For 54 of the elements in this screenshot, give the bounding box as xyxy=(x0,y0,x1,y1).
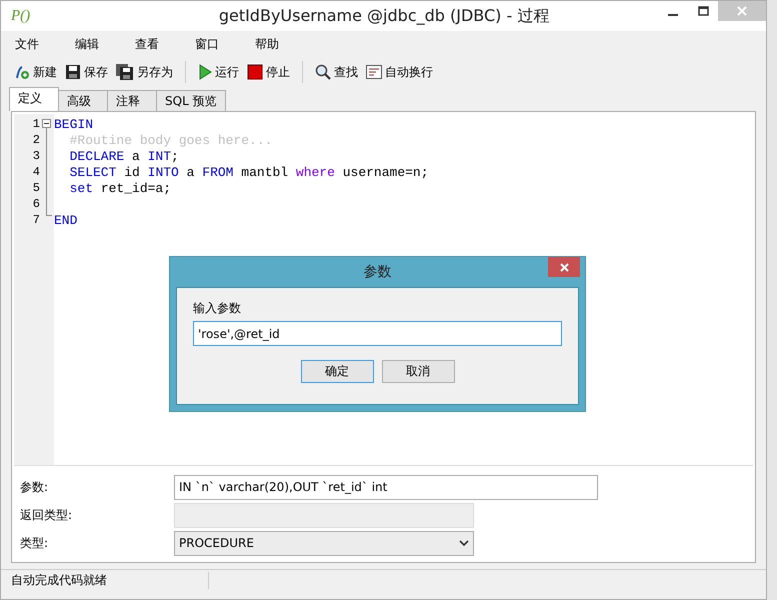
line-number: 1 xyxy=(32,117,40,131)
document-icon xyxy=(366,64,382,80)
code-line: END xyxy=(54,212,78,228)
code-line: BEGIN xyxy=(54,116,94,132)
fold-toggle-icon[interactable] xyxy=(42,119,51,128)
code-line: #Routine body goes here... xyxy=(68,132,272,148)
dialog-title: 参数 xyxy=(364,263,392,281)
app-logo: P() xyxy=(11,8,30,24)
menu-item[interactable]: 文件 xyxy=(7,36,47,52)
menu-item[interactable]: 窗口 xyxy=(187,36,227,52)
toolbar-button[interactable]: 查找 xyxy=(314,62,359,82)
dialog-button[interactable]: 确定 xyxy=(300,360,374,383)
chevron-down-icon xyxy=(459,540,469,546)
field-label: 类型: xyxy=(20,534,50,552)
close-button[interactable] xyxy=(548,257,580,277)
parameter-input[interactable]: 'rose',@ret_id xyxy=(193,321,562,346)
window-title: getIdByUsername @jdbc_db (JDBC) - 过程 xyxy=(218,6,550,26)
toolbar-button[interactable]: 运行 xyxy=(197,62,240,82)
dialog-button[interactable]: 取消 xyxy=(382,360,454,383)
line-number: 6 xyxy=(32,197,40,211)
tab[interactable]: 注释 xyxy=(107,90,157,111)
code-line: DECLARE a INT; xyxy=(68,148,179,164)
toolbar-button[interactable]: 另存为 xyxy=(115,62,174,82)
menu-item[interactable]: 查看 xyxy=(127,36,167,52)
menu-item[interactable]: 帮助 xyxy=(247,36,287,52)
stop-icon xyxy=(247,64,263,80)
toolbar-button[interactable]: 自动换行 xyxy=(365,62,434,82)
search-icon xyxy=(315,64,331,80)
tab[interactable]: SQL 预览 xyxy=(156,90,226,111)
field-label: 输入参数 xyxy=(193,300,242,317)
field-label: 返回类型: xyxy=(20,506,74,524)
code-line: set ret_id=a; xyxy=(68,180,172,196)
close-icon xyxy=(737,6,747,16)
toolbar-button[interactable]: 新建 xyxy=(11,62,58,82)
floppy-disks-icon xyxy=(116,64,134,80)
line-number: 5 xyxy=(32,181,40,195)
tab[interactable]: 高级 xyxy=(58,90,108,111)
type-dropdown[interactable]: PROCEDURE xyxy=(174,530,474,556)
play-icon xyxy=(198,64,212,80)
menu-item[interactable]: 编辑 xyxy=(67,36,107,52)
minimize-icon xyxy=(668,14,678,16)
tab[interactable]: 定义 xyxy=(9,87,59,111)
maximize-icon xyxy=(698,6,708,16)
status-text: 自动完成代码就绪 xyxy=(1,572,209,589)
close-icon xyxy=(560,262,568,272)
toolbar-button[interactable]: 停止 xyxy=(246,62,291,82)
toolbar-button[interactable]: 保存 xyxy=(64,62,109,82)
code-line: SELECT id INTO a FROM mantbl where username=n; xyxy=(68,164,429,180)
parameters-field[interactable]: IN `n` varchar(20),OUT `ret_id` int xyxy=(174,474,598,500)
line-number: 7 xyxy=(32,213,40,227)
line-number: 2 xyxy=(32,133,40,147)
line-number: 3 xyxy=(32,149,40,163)
field-label: 参数: xyxy=(20,478,50,496)
line-number: 4 xyxy=(32,165,40,179)
